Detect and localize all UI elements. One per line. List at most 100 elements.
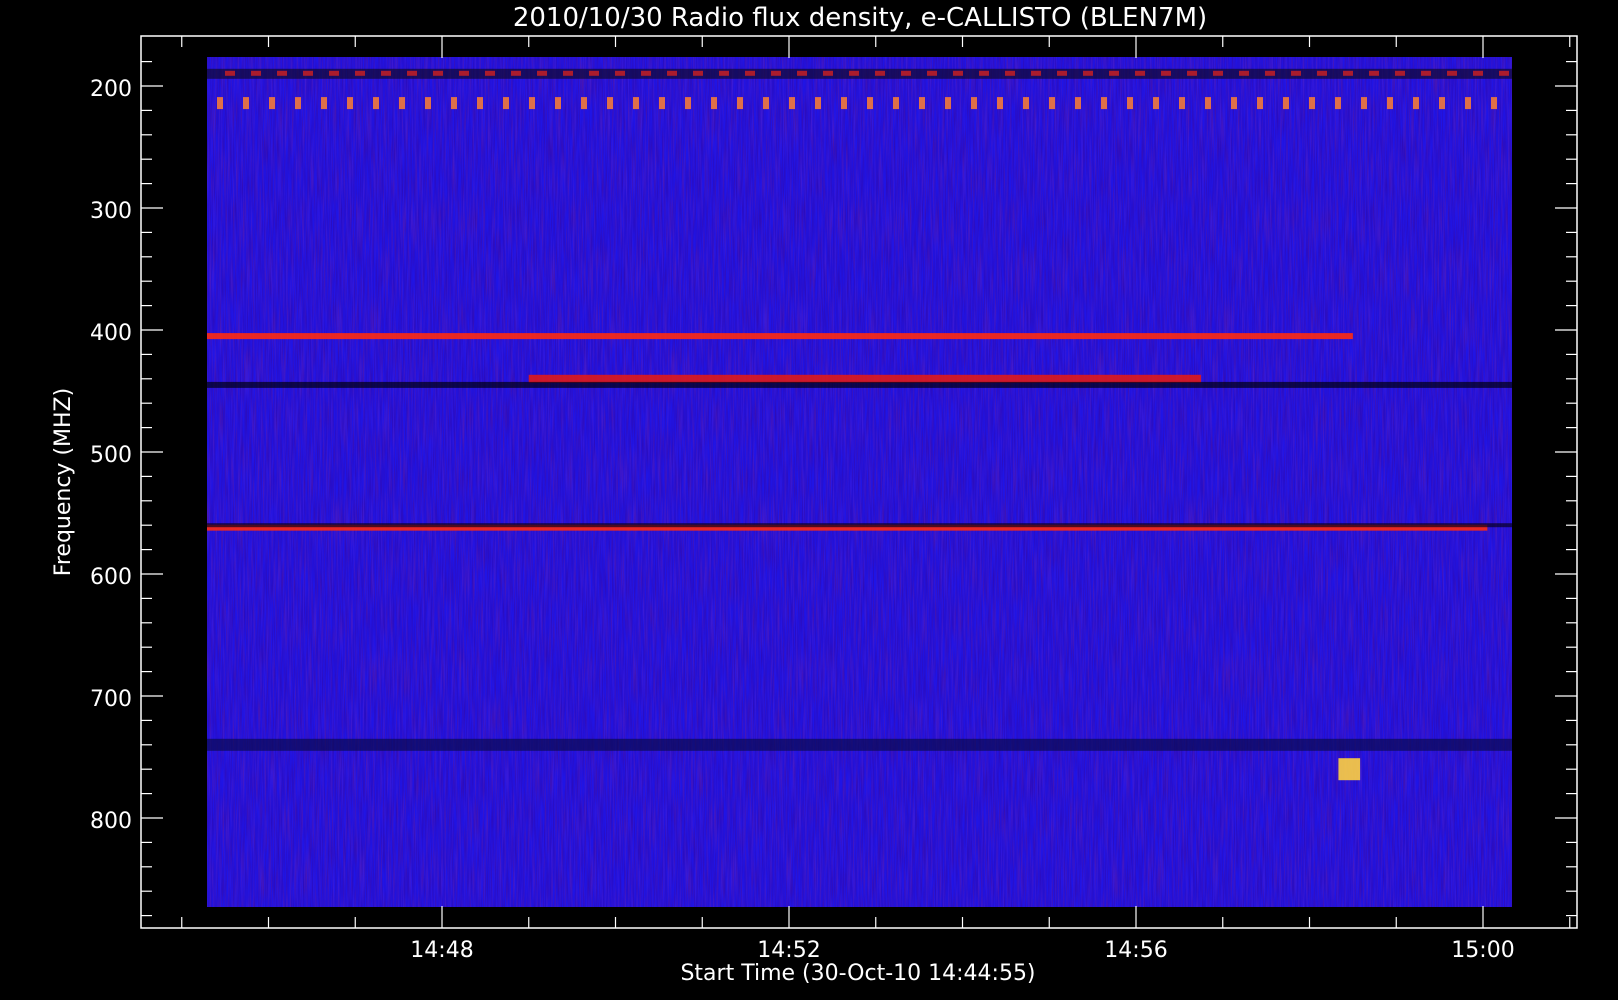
y-axis-title: Frequency (MHZ) [51,388,76,576]
interference-dot [615,70,625,76]
interference-dot [659,97,665,110]
interference-dot [1465,97,1471,110]
interference-dot [1049,97,1055,110]
interference-dot [459,70,469,76]
x-tick-label: 14:56 [1104,938,1167,963]
dark-band [207,68,1512,79]
interference-dot [381,70,391,76]
interference-dot [893,97,899,110]
interference-dot [1187,70,1197,76]
interference-dot [823,70,833,76]
interference-dot [1023,97,1029,110]
interference-dot [693,70,703,76]
interference-dot [789,97,795,110]
interference-dot [225,70,235,76]
interference-dot [407,70,417,76]
dark-band [207,381,1512,388]
interference-dot [485,70,495,76]
interference-dot [1421,70,1431,76]
dark-band [207,523,1512,528]
y-tick-label: 500 [90,443,132,468]
interference-dot [1257,97,1263,110]
interference-dot [919,97,925,110]
interference-dot [269,97,275,110]
y-tick-label: 600 [90,565,132,590]
interference-dot [711,97,717,110]
interference-dot [1343,70,1353,76]
y-tick-label: 300 [90,199,132,224]
interference-dot [529,97,535,110]
interference-dot [1361,97,1367,110]
interference-dot [979,70,989,76]
interference-dot [347,97,353,110]
interference-dot [953,70,963,76]
interference-dot [901,70,911,76]
interference-dot [1127,97,1133,110]
emission-band [1338,758,1361,781]
interference-dot [945,97,951,110]
interference-dot [537,70,547,76]
x-tick-label: 14:48 [410,938,473,963]
interference-dot [511,70,521,76]
interference-dot [719,70,729,76]
y-tick-label: 400 [90,321,132,346]
interference-dot [1031,70,1041,76]
interference-dot [451,97,457,110]
interference-dot [927,70,937,76]
y-tick-label: 200 [90,77,132,102]
interference-dot [477,97,483,110]
interference-dot [373,97,379,110]
x-tick-label: 15:00 [1451,938,1514,963]
interference-dot [1291,70,1301,76]
interference-dot [771,70,781,76]
emission-band [207,333,1353,340]
interference-dot [555,97,561,110]
interference-dot [1283,97,1289,110]
x-tick-label: 14:52 [757,938,820,963]
interference-dot [1005,70,1015,76]
interference-dot [1231,97,1237,110]
y-tick-label: 700 [90,687,132,712]
interference-dot [303,70,313,76]
interference-dot [1153,97,1159,110]
interference-dot [971,97,977,110]
interference-dot [763,97,769,110]
chart-title: 2010/10/30 Radio flux density, e-CALLIST… [513,3,1207,33]
interference-dot [563,70,573,76]
interference-dot [1179,97,1185,110]
x-axis-title: Start Time (30-Oct-10 14:44:55) [680,961,1035,986]
interference-dot [217,97,223,110]
interference-dot [1109,70,1119,76]
interference-dot [1369,70,1379,76]
spectrogram-red-noise [207,57,1512,907]
interference-dot [1057,70,1067,76]
interference-dot [875,70,885,76]
interference-dot [867,97,873,110]
interference-dot [1335,97,1341,110]
interference-dot [1075,97,1081,110]
interference-dot [1205,97,1211,110]
interference-dot [321,97,327,110]
dark-band [207,738,1512,751]
interference-dot [1101,97,1107,110]
interference-dot [581,97,587,110]
interference-dot [1213,70,1223,76]
interference-dot [399,97,405,110]
interference-dot [1083,70,1093,76]
emission-band [528,374,1202,383]
interference-dot [685,97,691,110]
interference-dot [997,97,1003,110]
interference-dot [1473,70,1483,76]
interference-dot [295,97,301,110]
spectrogram-chart: 2010/10/30 Radio flux density, e-CALLIST… [51,3,1578,986]
interference-dot [1499,70,1509,76]
x-tick-labels: 14:48 14:52 14:56 15:00 [410,938,1514,963]
interference-dot [633,97,639,110]
interference-dot [329,70,339,76]
interference-dot [243,97,249,110]
y-tick-labels: 200 300 400 500 600 700 800 [90,77,132,834]
interference-dot [641,70,651,76]
interference-dot [1491,97,1497,110]
y-tick-label: 800 [90,809,132,834]
interference-dot [841,97,847,110]
